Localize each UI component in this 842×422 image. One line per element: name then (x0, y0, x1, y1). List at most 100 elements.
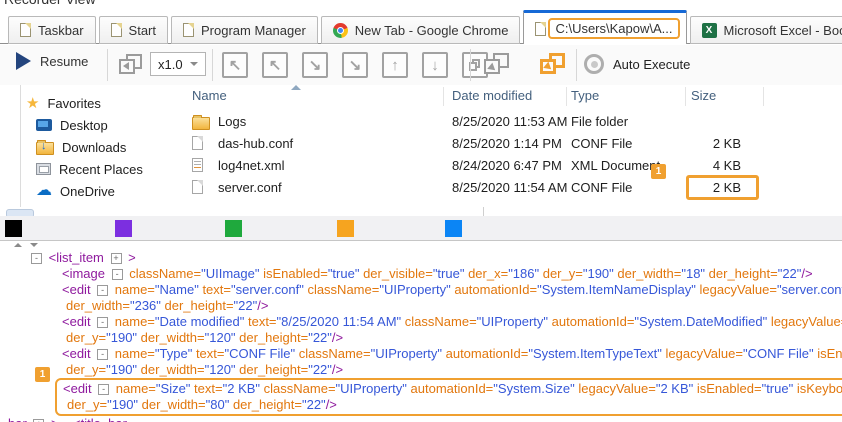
downloads-icon (36, 142, 54, 155)
table-row-logs[interactable]: Logs8/25/2020 11:53 AMFile folder (185, 111, 842, 133)
auto-execute-toggle[interactable]: Auto Execute (584, 54, 690, 74)
collapse-box-icon[interactable]: - (97, 317, 108, 328)
step-forward-button[interactable]: ↘ (302, 52, 328, 78)
tree-token-val: "190" (583, 266, 614, 281)
column-header-date-modified[interactable]: Date modified (452, 88, 532, 103)
tree-node-line[interactable]: <edit - name="Type" text="CONF File" cla… (0, 346, 842, 362)
tab-start[interactable]: Start (99, 16, 168, 44)
tree-node-line[interactable]: <image - className="UIImage" isEnabled="… (0, 266, 842, 282)
tree-token-attr: className= (260, 381, 336, 396)
jump-forward-button[interactable]: ↘ (342, 52, 368, 78)
open-target-page-icon[interactable] (540, 53, 566, 76)
column-header-size[interactable]: Size (691, 88, 716, 103)
tree-token-attr: text= (244, 314, 276, 329)
tree-node-line[interactable]: der_width="236" der_height="22"/> (0, 298, 842, 314)
collapse-box-icon[interactable]: - (98, 384, 109, 395)
xml-file-icon (192, 158, 203, 172)
tree-token-attr: text= (190, 381, 222, 396)
chevron-down-icon (190, 62, 198, 66)
tree-token-attr: der_height= (236, 362, 309, 377)
tree-token-attr: der_height= (236, 330, 309, 345)
sidebar-item-onedrive[interactable]: ☁OneDrive (26, 180, 178, 202)
file-name: log4net.xml (218, 158, 284, 173)
jump-backward-button[interactable]: ↖ (222, 52, 248, 78)
step-up-button[interactable]: ↑ (382, 52, 408, 78)
tree-node-line[interactable]: bar + > <title_bar (0, 416, 842, 422)
tree-token-val: "80" (206, 397, 230, 412)
tree-node-line[interactable]: der_y="190" der_width="80" der_height="2… (63, 397, 842, 413)
sidebar-item-favorites[interactable]: ★Favorites (26, 92, 178, 114)
tree-token-val: "22" (234, 298, 258, 313)
tree-token-val: "Size" (156, 381, 191, 396)
tree-token-attr: der_y= (66, 330, 106, 345)
resume-button[interactable]: Resume (16, 52, 88, 70)
color-swatch-3[interactable] (225, 220, 242, 237)
tab-program-manager[interactable]: Program Manager (171, 16, 318, 44)
explorer-left-border (20, 85, 21, 207)
step-down-button[interactable]: ↓ (422, 52, 448, 78)
tree-token-val: "UIProperty" (336, 381, 407, 396)
color-swatch-2[interactable] (115, 220, 132, 237)
replay-speed-icon (119, 54, 141, 73)
extract-page-icon[interactable] (484, 53, 510, 76)
tree-token-val: "System.ItemTypeText" (528, 346, 662, 361)
tree-token-attr: der_x= (464, 266, 508, 281)
scroll-up-icon[interactable] (14, 243, 22, 247)
tree-node-line[interactable]: <edit - name="Name" text="server.conf" c… (0, 282, 842, 298)
tab-c-users-kapow-a-[interactable]: C:\Users\Kapow\A... (523, 10, 686, 44)
tree-token-val: "CONF File" (225, 346, 296, 361)
collapse-box-icon[interactable]: - (97, 349, 108, 360)
tree-node-line[interactable]: <edit - name="Size" text="2 KB" classNam… (63, 381, 842, 397)
sidebar-item-recent-places[interactable]: Recent Places (26, 158, 178, 180)
tree-token-attr: der_height= (705, 266, 778, 281)
color-swatch-4[interactable] (337, 220, 354, 237)
column-header-name[interactable]: Name (192, 88, 227, 103)
tree-node-line[interactable]: <edit - name="Date modified" text="8/25/… (0, 314, 842, 330)
speed-select[interactable]: x1.0 (150, 52, 206, 76)
tree-token-attr: className= (295, 346, 371, 361)
tree-token-attr: der_width= (66, 298, 130, 313)
step-backward-button[interactable]: ↖ (262, 52, 288, 78)
tree-token-val: "Type" (155, 346, 192, 361)
resume-label: Resume (40, 54, 88, 69)
tree-token-attr: isKeyboardFocusa (793, 381, 842, 396)
device-tab-bar: TaskbarStartProgram ManagerNew Tab - Goo… (0, 10, 842, 44)
header-separator (566, 87, 567, 106)
tree-token-attr: der_width= (137, 362, 205, 377)
table-row-log4net-xml[interactable]: log4net.xml8/24/2020 6:47 PMXML Document… (185, 155, 842, 177)
sidebar-item-downloads[interactable]: Downloads (26, 136, 178, 158)
table-row-das-hub-conf[interactable]: das-hub.conf8/25/2020 1:14 PMCONF File2 … (185, 133, 842, 155)
tree-token-attr: name= (112, 381, 156, 396)
sidebar-item-desktop[interactable]: Desktop (26, 114, 178, 136)
sidebar-item-label: Recent Places (59, 162, 143, 177)
tree-token-tag: <edit (63, 381, 95, 396)
tree-token-tag: <edit (62, 314, 94, 329)
tree-token-attr: der_y= (67, 397, 107, 412)
tab-taskbar[interactable]: Taskbar (8, 16, 96, 44)
scroll-down-icon[interactable] (30, 243, 38, 247)
color-swatch-1[interactable] (5, 220, 22, 237)
tree-node-line[interactable]: der_y="190" der_width="120" der_height="… (0, 362, 842, 378)
tab-new-tab-google-chrome[interactable]: New Tab - Google Chrome (321, 16, 521, 44)
collapse-box-icon[interactable]: - (112, 269, 123, 280)
date-modified: 8/25/2020 11:54 AM (452, 180, 567, 195)
step-navigation-group: ↖ ↖ ↘ ↘ ↑ ↓ (222, 52, 488, 78)
tree-token-val: "Date modified" (155, 314, 244, 329)
tree-token-tag: /> (332, 330, 343, 345)
tree-token-val: "System.DateModified" (634, 314, 767, 329)
expand-box-icon[interactable]: + (111, 253, 122, 264)
tree-token-val: "2 KB" (223, 381, 260, 396)
tree-node-line[interactable]: - <list_item + > (0, 250, 842, 266)
collapse-box-icon[interactable]: - (97, 285, 108, 296)
tree-token-tag: /> (801, 266, 812, 281)
tree-token-val: "120" (205, 362, 236, 377)
tree-token-attr: className= (401, 314, 477, 329)
sidebar-item-label: Favorites (47, 96, 100, 111)
tab-microsoft-excel-book1-xlsx[interactable]: XMicrosoft Excel - Book1.xlsx (690, 16, 842, 44)
tree-node-line[interactable]: der_y="190" der_width="120" der_height="… (0, 330, 842, 346)
toolbar-separator (576, 49, 577, 81)
color-swatch-5[interactable] (445, 220, 462, 237)
collapse-box-icon[interactable]: - (31, 253, 42, 264)
chrome-icon (333, 23, 348, 38)
column-header-type[interactable]: Type (571, 88, 599, 103)
